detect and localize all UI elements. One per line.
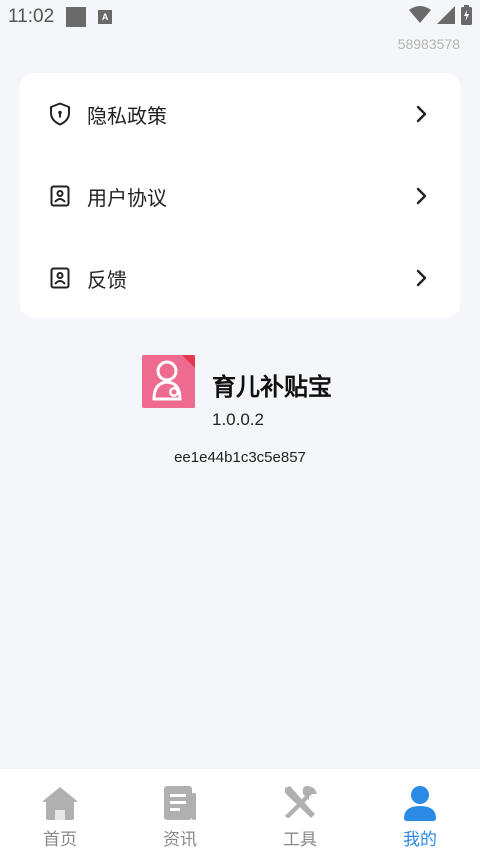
bottom-navigation: 首页 资讯 工具 我的	[0, 768, 480, 853]
signal-icon	[437, 6, 455, 28]
status-bar: 11:02 A	[0, 0, 480, 34]
menu-item-label: 用户协议	[87, 185, 167, 210]
chevron-right-icon	[412, 268, 432, 288]
wifi-icon	[409, 6, 431, 28]
tab-label: 资讯	[163, 830, 197, 850]
tools-icon	[280, 783, 320, 823]
a-icon: A	[98, 10, 113, 24]
tab-tools[interactable]: 工具	[240, 769, 360, 853]
menu-item-user-agreement[interactable]: 用户协议	[20, 155, 460, 237]
app-build-hash: ee1e44b1c3c5e857	[174, 449, 306, 466]
status-time: 11:02	[8, 6, 55, 27]
menu-item-label: 反馈	[87, 267, 127, 292]
tab-home[interactable]: 首页	[0, 769, 120, 853]
tab-news[interactable]: 资讯	[120, 769, 240, 853]
app-name: 育儿补贴宝	[212, 373, 332, 401]
app-version: 1.0.0.2	[212, 410, 264, 429]
feedback-icon	[48, 266, 72, 290]
home-icon	[40, 783, 80, 823]
menu-item-privacy-policy[interactable]: 隐私政策	[20, 73, 460, 155]
shield-icon	[48, 102, 72, 126]
battery-icon	[461, 5, 472, 29]
chevron-right-icon	[412, 186, 432, 206]
news-icon	[160, 783, 200, 823]
app-info: 育儿补贴宝	[142, 355, 382, 415]
tab-label: 我的	[403, 830, 437, 850]
settings-menu-card: 隐私政策 用户协议 反馈	[20, 73, 460, 318]
notification-square-icon	[66, 7, 87, 27]
tab-label: 首页	[43, 830, 77, 850]
tab-label: 工具	[283, 830, 317, 850]
user-id: 58983578	[397, 36, 460, 52]
menu-item-feedback[interactable]: 反馈	[20, 237, 460, 319]
app-logo	[142, 355, 195, 408]
menu-item-label: 隐私政策	[87, 103, 167, 128]
chevron-right-icon	[412, 104, 432, 124]
document-icon	[48, 184, 72, 208]
user-icon	[400, 783, 440, 823]
tab-mine[interactable]: 我的	[360, 769, 480, 853]
